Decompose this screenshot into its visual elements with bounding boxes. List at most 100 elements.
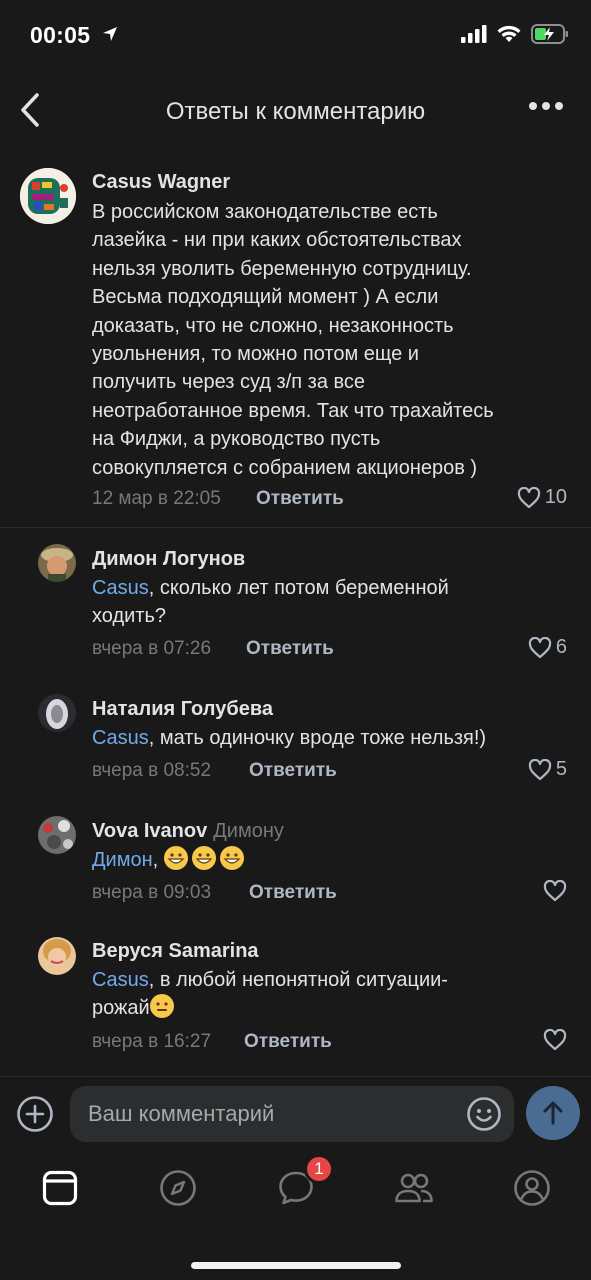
comment-text: Casus, мать одиночку вроде тоже нельзя!) bbox=[92, 724, 572, 752]
grinning-face-emoji bbox=[191, 846, 216, 870]
comment-author[interactable]: Casus Wagner bbox=[92, 171, 230, 194]
grinning-face-emoji bbox=[163, 846, 188, 870]
heart-icon bbox=[517, 486, 540, 508]
reply-comment: Vova Ivanov Димону Димон, вчера в 09:03 О… bbox=[0, 802, 591, 912]
grinning-face-emoji bbox=[219, 846, 244, 870]
comment-text-line: ходить? bbox=[92, 605, 167, 628]
comment-text: В российском законодательстве есть лазей… bbox=[92, 198, 572, 482]
mention-link[interactable]: Димон bbox=[92, 849, 153, 871]
comment-author[interactable]: Димон Логунов bbox=[92, 548, 245, 571]
like-button[interactable] bbox=[543, 1029, 567, 1051]
attach-button[interactable] bbox=[16, 1095, 54, 1138]
tab-friends[interactable] bbox=[392, 1166, 436, 1210]
comment-composer bbox=[0, 1076, 591, 1150]
page-title: Ответы к комментарию bbox=[165, 98, 426, 125]
like-button[interactable] bbox=[543, 880, 567, 902]
plus-circle-icon bbox=[17, 1096, 53, 1132]
home-icon bbox=[42, 1170, 78, 1206]
reply-comment: Димон Логунов Casus, сколько лет потом б… bbox=[0, 528, 591, 668]
tab-profile[interactable] bbox=[510, 1166, 554, 1210]
comment-timestamp: 12 мар в 22:05 bbox=[92, 488, 221, 509]
comment-author[interactable]: Наталия Голубева bbox=[92, 698, 273, 721]
arrow-up-icon bbox=[543, 1101, 563, 1125]
reply-comment: Веруся Samarina Casus, в любой непонятно… bbox=[0, 923, 591, 1063]
comment-text-line: , в любой непонятной ситуации- bbox=[148, 969, 448, 991]
location-arrow-icon bbox=[102, 26, 118, 47]
mention-link[interactable]: Casus bbox=[92, 727, 149, 749]
comment-text-line: нельзя уволить беременную сотрудницу. bbox=[92, 257, 472, 280]
comment-text-line: совокупляется с собранием акционеров ) bbox=[92, 456, 478, 479]
reply-comment: Наталия Голубева Casus, мать одиночку вр… bbox=[0, 680, 591, 790]
more-dot-icon bbox=[555, 102, 563, 110]
profile-icon bbox=[514, 1170, 550, 1206]
comment-author[interactable]: Веруся Samarina bbox=[92, 940, 259, 963]
comment-timestamp: вчера в 07:26 bbox=[92, 638, 212, 659]
root-comment: Casus Wagner В российском законодательст… bbox=[0, 148, 591, 526]
avatar[interactable] bbox=[38, 816, 76, 854]
neutral-face-emoji bbox=[149, 994, 174, 1019]
comment-author-name: Vova Ivanov bbox=[92, 820, 208, 842]
avatar[interactable] bbox=[38, 937, 76, 975]
like-button[interactable]: 5 bbox=[528, 758, 567, 781]
like-count: 10 bbox=[544, 486, 567, 508]
comment-text-line: рожай bbox=[92, 997, 150, 1020]
avatar[interactable] bbox=[20, 168, 76, 224]
avatar[interactable] bbox=[38, 544, 76, 582]
comment-input-wrapper bbox=[70, 1086, 514, 1142]
comment-text-line: доказать, что не сложно, незаконность bbox=[92, 314, 454, 337]
tab-home[interactable] bbox=[38, 1166, 82, 1210]
comment-text-line: получить через суд з/п за все bbox=[92, 371, 366, 394]
mention-link[interactable]: Casus bbox=[92, 577, 149, 599]
reply-to-label: Димону bbox=[213, 820, 284, 842]
comment-timestamp: вчера в 08:52 bbox=[92, 760, 212, 781]
tab-messages[interactable]: 1 bbox=[274, 1154, 334, 1210]
send-button[interactable] bbox=[526, 1086, 580, 1140]
like-count: 5 bbox=[555, 758, 567, 780]
battery-charging-icon bbox=[531, 24, 569, 49]
avatar[interactable] bbox=[38, 694, 76, 732]
heart-icon bbox=[528, 636, 552, 658]
comment-text-line: , мать одиночку вроде тоже нельзя!) bbox=[148, 727, 487, 749]
mention-link[interactable]: Casus bbox=[92, 969, 149, 991]
comment-text: Casus, в любой непонятной ситуации- рожа… bbox=[92, 966, 572, 1023]
comment-text: Димон, bbox=[92, 846, 572, 874]
tab-bar: 1 bbox=[0, 1150, 591, 1280]
emoji-picker-button[interactable] bbox=[466, 1096, 502, 1137]
comment-timestamp: вчера в 16:27 bbox=[92, 1031, 212, 1052]
home-indicator bbox=[191, 1262, 401, 1269]
comment-text-line: Весьма подходящий момент ) А если bbox=[92, 286, 439, 309]
comment-text-line: лазейка - ни при каких обстоятельствах bbox=[92, 229, 462, 252]
navigation-bar: Ответы к комментарию bbox=[0, 72, 591, 148]
reply-button[interactable]: Ответить bbox=[249, 760, 337, 782]
reply-button[interactable]: Ответить bbox=[244, 1031, 332, 1053]
heart-icon bbox=[543, 880, 567, 902]
comment-input[interactable] bbox=[88, 1086, 448, 1142]
comment-text-line: , bbox=[152, 849, 159, 871]
comment-text: Casus, сколько лет потом беременной ходи… bbox=[92, 574, 572, 631]
comment-text-line: на Фиджи, а руководство пусть bbox=[92, 428, 381, 451]
wifi-icon bbox=[497, 25, 521, 48]
reply-button[interactable]: Ответить bbox=[256, 488, 344, 510]
more-dot-icon bbox=[529, 102, 537, 110]
smile-icon bbox=[467, 1097, 501, 1131]
comment-text-line: , сколько лет потом беременной bbox=[148, 577, 449, 599]
comment-text-line: неотработанное время. Так что трахайтесь bbox=[92, 399, 494, 422]
friends-icon bbox=[395, 1173, 433, 1203]
like-button[interactable]: 10 bbox=[517, 486, 567, 509]
unread-badge: 1 bbox=[304, 1154, 334, 1184]
tab-discover[interactable] bbox=[156, 1166, 200, 1210]
comment-text-line: В российском законодательстве есть bbox=[92, 201, 438, 223]
like-button[interactable]: 6 bbox=[528, 636, 567, 659]
comment-timestamp: вчера в 09:03 bbox=[92, 882, 212, 903]
status-time: 00:05 bbox=[30, 22, 91, 48]
reply-button[interactable]: Ответить bbox=[249, 882, 337, 904]
reply-button[interactable]: Ответить bbox=[246, 638, 334, 660]
compass-icon bbox=[160, 1170, 196, 1206]
comment-text-line: увольнения, то можно потом еще и bbox=[92, 343, 419, 366]
more-options-button[interactable] bbox=[529, 102, 563, 110]
like-count: 6 bbox=[555, 636, 567, 658]
status-bar: 00:05 bbox=[0, 0, 591, 72]
cellular-signal-icon bbox=[461, 25, 487, 48]
heart-icon bbox=[528, 758, 552, 780]
comment-author[interactable]: Vova Ivanov Димону bbox=[92, 820, 284, 843]
